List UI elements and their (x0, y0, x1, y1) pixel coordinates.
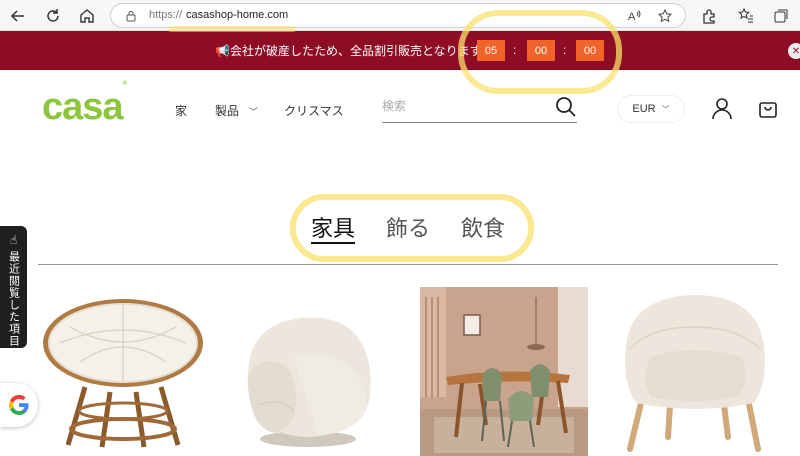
promo-message: 📢会社が破産したため、全品割引販売となります！ (215, 44, 494, 58)
extensions-icon[interactable] (698, 5, 720, 27)
active-tab-indicator (311, 242, 355, 244)
boucle-armchair-image (247, 317, 371, 447)
round-rattan-chair-image (43, 299, 203, 448)
nav-products-label: 製品 (215, 104, 240, 118)
boucle-chair-wood-legs-image (625, 295, 765, 452)
logo-text: casa (42, 86, 124, 128)
favorite-icon[interactable] (657, 8, 673, 24)
history-icon: ☝ (9, 233, 18, 247)
home-icon[interactable] (76, 5, 98, 27)
google-icon[interactable] (0, 383, 38, 427)
promo-banner: 📢会社が破産したため、全品割引販売となります！ 05 : 00 : 00 ✕ (0, 31, 800, 70)
browser-toolbar: https:// casashop-home.com A (0, 0, 800, 31)
search-input[interactable] (382, 99, 542, 113)
account-icon[interactable] (711, 97, 733, 121)
product-card[interactable] (240, 287, 380, 456)
url-host: casashop-home.com (186, 9, 289, 21)
lock-icon[interactable] (123, 8, 139, 24)
recently-viewed-label: 最近閲覧した項目 (7, 251, 21, 347)
close-icon[interactable]: ✕ (788, 43, 800, 59)
highlight-mark (458, 10, 622, 94)
product-card[interactable] (620, 287, 770, 456)
product-card[interactable] (420, 287, 588, 456)
recently-viewed-tab[interactable]: ☝ 最近閲覧した項目 (0, 226, 27, 348)
currency-selector[interactable]: EUR ﹀ (617, 95, 685, 123)
search-icon[interactable] (555, 96, 577, 118)
nav-products[interactable]: 製品 ﹀ (215, 102, 258, 119)
chevron-down-icon: ﹀ (248, 108, 258, 118)
reload-icon[interactable] (42, 5, 64, 27)
search-box (382, 93, 577, 123)
chevron-down-icon: ﹀ (661, 104, 670, 114)
currency-label: EUR (632, 103, 656, 115)
favorites-bar-icon[interactable] (735, 5, 757, 27)
tab-decor[interactable]: 飾る (386, 211, 430, 243)
logo[interactable]: casa® (42, 81, 127, 128)
nav-home[interactable]: 家 (175, 102, 187, 119)
cart-icon[interactable] (757, 97, 779, 121)
tab-furniture[interactable]: 家具 (311, 211, 355, 243)
divider (38, 264, 778, 265)
url-protocol: https:// (149, 9, 183, 21)
nav-christmas[interactable]: クリスマス (284, 102, 344, 119)
collections-icon[interactable] (770, 5, 792, 27)
back-icon[interactable] (7, 5, 29, 27)
read-aloud-icon[interactable]: A (627, 8, 643, 24)
tab-dining[interactable]: 飲食 (461, 211, 505, 243)
highlight-mark (168, 26, 296, 32)
product-card[interactable] (40, 287, 206, 456)
svg-text:A: A (628, 11, 636, 23)
logo-mark: ® (122, 81, 128, 88)
dining-room-photo-image (420, 287, 588, 456)
